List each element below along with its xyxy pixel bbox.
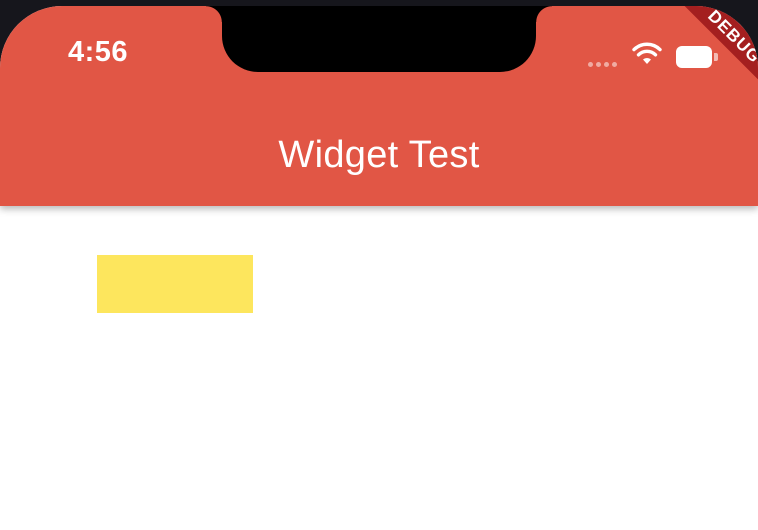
page-title: Widget Test: [278, 134, 480, 176]
status-time: 4:56: [68, 36, 129, 68]
battery-icon: [676, 46, 718, 68]
cellular-signal-icon: [588, 62, 617, 67]
device-screen: 4:56 Widget Test DEBUG: [0, 6, 758, 530]
wifi-icon: [632, 42, 662, 64]
device-notch: [206, 6, 552, 72]
content-area: [0, 206, 758, 530]
yellow-box: [97, 255, 253, 313]
